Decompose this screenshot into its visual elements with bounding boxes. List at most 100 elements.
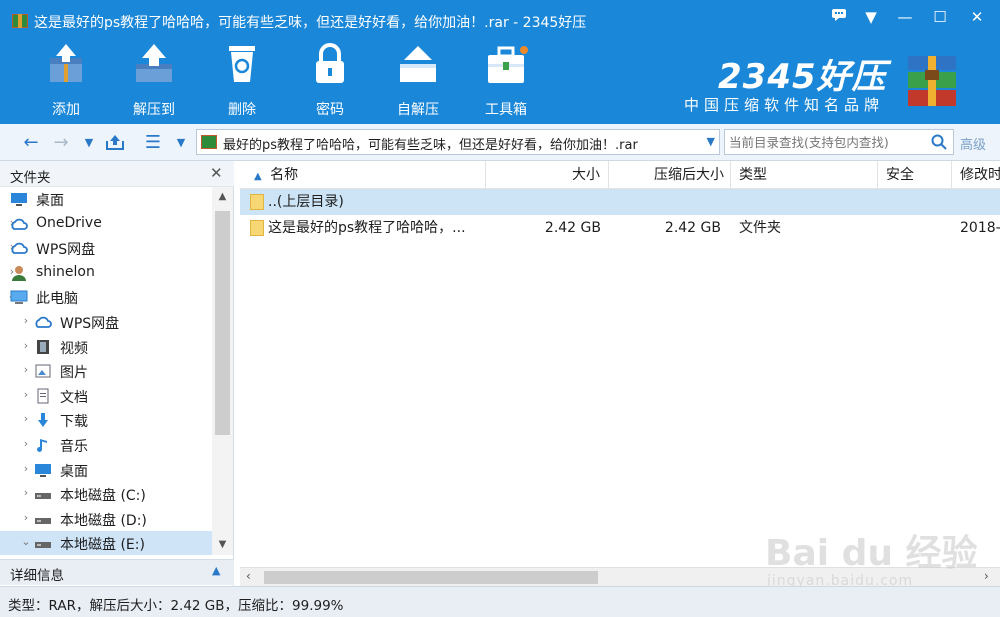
minimize-button[interactable]: — bbox=[892, 6, 918, 28]
close-panel-icon[interactable]: ✕ bbox=[210, 164, 223, 182]
extract-to-button[interactable]: 解压到 bbox=[114, 40, 194, 120]
scroll-down-icon[interactable]: ▼ bbox=[212, 539, 233, 550]
maximize-button[interactable]: ☐ bbox=[927, 6, 953, 28]
path-dropdown-icon[interactable]: ▼ bbox=[707, 135, 715, 148]
expand-arrow-icon[interactable]: ⌄ bbox=[20, 535, 32, 548]
window-title: 这是最好的ps教程了哈哈哈，可能有些乏味，但还是好好看，给你加油！.rar - … bbox=[34, 15, 587, 31]
tree-item-label: 本地磁盘 (E:) bbox=[60, 537, 145, 554]
dropdown-menu-button[interactable]: ▼ bbox=[858, 6, 884, 28]
cell-type bbox=[739, 189, 874, 215]
drive-icon bbox=[34, 486, 52, 502]
scroll-left-icon[interactable]: ‹ bbox=[246, 569, 251, 583]
search-icon[interactable] bbox=[931, 134, 947, 150]
expand-arrow-icon[interactable]: › bbox=[20, 412, 32, 425]
tree-item[interactable]: › 视频 bbox=[0, 335, 212, 359]
delete-button[interactable]: 删除 bbox=[202, 40, 282, 120]
detail-info-bar[interactable]: 详细信息 ▲ bbox=[0, 559, 234, 585]
computer-icon bbox=[10, 289, 28, 305]
expand-arrow-icon[interactable]: › bbox=[20, 462, 32, 475]
expand-arrow-icon[interactable]: › bbox=[20, 486, 32, 499]
tree-item[interactable]: › OneDrive bbox=[0, 212, 212, 236]
column-type[interactable]: 类型 bbox=[731, 161, 878, 189]
column-size[interactable]: 大小 bbox=[486, 161, 609, 189]
view-dropdown-icon[interactable]: ▼ bbox=[170, 133, 192, 153]
close-button[interactable]: ✕ bbox=[964, 6, 990, 28]
cloud-icon bbox=[10, 216, 28, 232]
archive-logo-icon bbox=[904, 54, 960, 108]
tree-item[interactable]: › 文档 bbox=[0, 384, 212, 408]
view-list-icon[interactable]: ☰ bbox=[142, 133, 164, 153]
toolbox-icon bbox=[484, 42, 528, 86]
tree-item[interactable]: › 桌面 bbox=[0, 458, 212, 482]
column-packed-size[interactable]: 压缩后大小 bbox=[609, 161, 731, 189]
tree-scroll-thumb[interactable] bbox=[215, 211, 230, 435]
password-button[interactable]: 密码 bbox=[290, 40, 370, 120]
expand-up-icon[interactable]: ▲ bbox=[212, 564, 220, 577]
forward-arrow-icon[interactable]: → bbox=[50, 133, 72, 153]
advanced-search-link[interactable]: 高级 bbox=[960, 134, 986, 153]
expand-arrow-icon[interactable]: › bbox=[20, 511, 32, 524]
up-folder-icon[interactable] bbox=[104, 133, 126, 153]
tree-item[interactable]: ⌄此电脑 bbox=[0, 285, 212, 309]
expand-arrow-icon[interactable]: › bbox=[20, 314, 32, 327]
cell-security bbox=[886, 215, 946, 241]
table-row[interactable]: ..(上层目录) bbox=[240, 189, 1000, 215]
password-label: 密码 bbox=[316, 102, 344, 118]
music-icon bbox=[34, 437, 52, 453]
brand-slogan: 中国压缩软件知名品牌 bbox=[684, 96, 885, 114]
tree-item-label: WPS网盘 bbox=[36, 242, 96, 259]
column-name[interactable]: ▲ 名称 bbox=[240, 161, 486, 189]
tree-item[interactable]: › shinelon bbox=[0, 261, 212, 285]
tree-item[interactable]: › 图片 bbox=[0, 359, 212, 383]
desktop-icon bbox=[10, 191, 28, 207]
path-text: 最好的ps教程了哈哈哈，可能有些乏味，但还是好好看，给你加油！.rar bbox=[223, 138, 638, 153]
search-input[interactable] bbox=[729, 133, 925, 151]
table-row[interactable]: 这是最好的ps教程了哈哈哈，... 2.42 GB 2.42 GB 文件夹 2018- bbox=[240, 215, 1000, 241]
search-box[interactable] bbox=[724, 129, 954, 155]
column-modified[interactable]: 修改时 bbox=[952, 161, 1000, 189]
tree-item[interactable]: › WPS网盘 bbox=[0, 236, 212, 260]
expand-arrow-icon[interactable]: › bbox=[20, 437, 32, 450]
tree-scrollbar[interactable]: ▲ ▼ bbox=[212, 187, 233, 555]
tree-item-label: 图片 bbox=[60, 365, 88, 382]
cell-modified: 2018- bbox=[960, 220, 1000, 236]
cloud-icon bbox=[34, 314, 52, 330]
cell-size: 2.42 GB bbox=[544, 220, 601, 236]
tree-item[interactable]: 桌面 bbox=[0, 187, 212, 211]
tree-item[interactable]: › 下载 bbox=[0, 408, 212, 432]
file-list-header: ▲ 名称 大小 压缩后大小 类型 安全 修改时 bbox=[240, 161, 1000, 189]
self-extract-button[interactable]: 自解压 bbox=[378, 40, 458, 120]
tree-item[interactable]: › 本地磁盘 (C:) bbox=[0, 482, 212, 506]
horizontal-scroll-thumb[interactable] bbox=[264, 571, 598, 584]
expand-arrow-icon[interactable]: › bbox=[20, 339, 32, 352]
status-text: 类型：RAR，解压后大小：2.42 GB，压缩比：99.99% bbox=[8, 598, 344, 614]
self-extract-icon bbox=[396, 42, 440, 86]
toolbox-button[interactable]: 工具箱 bbox=[466, 40, 546, 120]
tree-item[interactable]: › 本地磁盘 (D:) bbox=[0, 507, 212, 531]
extract-to-label: 解压到 bbox=[133, 102, 175, 118]
toolbox-label: 工具箱 bbox=[485, 102, 527, 118]
tree-item[interactable]: › 音乐 bbox=[0, 433, 212, 457]
picture-icon bbox=[34, 363, 52, 379]
cloud-icon bbox=[10, 240, 28, 256]
tree-item[interactable]: ⌄ 本地磁盘 (E:) bbox=[0, 531, 212, 555]
cell-type: 文件夹 bbox=[739, 220, 781, 236]
tree-item[interactable]: › WPS网盘 bbox=[0, 310, 212, 334]
skin-menu-button[interactable] bbox=[826, 6, 852, 28]
self-extract-label: 自解压 bbox=[397, 102, 439, 118]
scroll-up-icon[interactable]: ▲ bbox=[212, 191, 233, 202]
back-arrow-icon[interactable]: ← bbox=[20, 133, 42, 153]
history-dropdown-icon[interactable]: ▼ bbox=[78, 133, 100, 153]
lock-icon bbox=[308, 42, 352, 86]
tree-item-label: 本地磁盘 (C:) bbox=[60, 488, 146, 505]
tree-item-label: WPS网盘 bbox=[60, 316, 120, 332]
path-field[interactable]: 最好的ps教程了哈哈哈，可能有些乏味，但还是好好看，给你加油！.rar ▼ bbox=[196, 129, 720, 155]
column-security[interactable]: 安全 bbox=[878, 161, 952, 189]
expand-arrow-icon[interactable]: › bbox=[20, 388, 32, 401]
add-button[interactable]: 添加 bbox=[26, 40, 106, 120]
header-band: 这是最好的ps教程了哈哈哈，可能有些乏味，但还是好好看，给你加油！.rar - … bbox=[0, 0, 1000, 124]
expand-arrow-icon[interactable]: › bbox=[20, 363, 32, 376]
cell-name: ..(上层目录) bbox=[268, 194, 344, 210]
folder-panel-header: 文件夹 ✕ bbox=[0, 161, 234, 187]
cell-size bbox=[486, 189, 601, 215]
